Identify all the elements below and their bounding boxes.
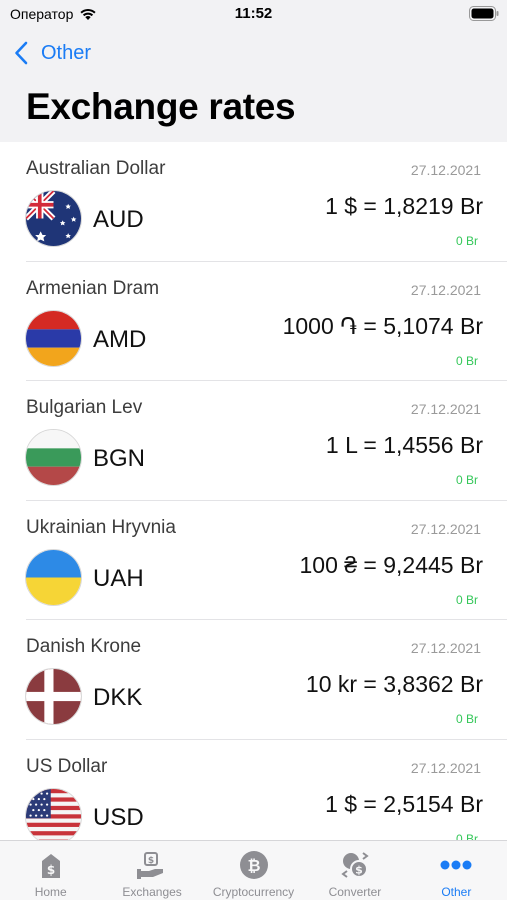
back-button[interactable]: Other: [14, 38, 91, 68]
page-title: Exchange rates: [26, 86, 296, 127]
tab-cryptocurrency[interactable]: ₿ Cryptocurrency: [203, 841, 304, 900]
tab-exchanges[interactable]: $ Exchanges: [101, 841, 202, 900]
tab-label: Converter: [328, 885, 382, 899]
svg-text:₿: ₿: [247, 856, 260, 875]
tab-converter[interactable]: $ Converter: [304, 841, 405, 900]
rate-change: 0 Br: [455, 234, 478, 248]
navigation-header: Оператор 11:52 Other Exchange rates: [0, 0, 507, 142]
exchanges-icon: $: [135, 849, 169, 881]
exchange-rate: 1 $ = 2,5154 Br: [325, 790, 483, 817]
currency-code: DKK: [93, 684, 143, 711]
currency-name: Armenian Dram: [26, 277, 160, 299]
rate-date: 27.12.2021: [410, 162, 481, 178]
exchange-rates-screen: Оператор 11:52 Other Exchange rates Aust…: [0, 0, 507, 900]
bulgaria-flag-icon: [25, 429, 82, 486]
exchange-rates-list[interactable]: Australian Dollar 27.12.2021 AUD 1 $ = 1…: [0, 142, 507, 840]
battery-icon: [469, 6, 499, 21]
status-time: 11:52: [234, 5, 273, 22]
currency-code: AUD: [93, 206, 144, 233]
bitcoin-icon: ₿: [237, 849, 271, 881]
currency-name: Australian Dollar: [26, 158, 166, 179]
rate-change: 0 Br: [455, 473, 478, 487]
currency-name: US Dollar: [26, 755, 108, 777]
denmark-flag-icon: [25, 668, 82, 725]
converter-icon: $: [338, 849, 372, 881]
currency-code: AMD: [93, 325, 147, 353]
more-icon: [439, 849, 473, 881]
australia-flag-icon: [25, 190, 82, 247]
currency-code: UAH: [93, 564, 144, 592]
home-icon: $: [34, 849, 68, 881]
currency-name: Ukrainian Hryvnia: [26, 516, 176, 538]
rate-row-uah[interactable]: Ukrainian Hryvnia 27.12.2021 UAH 100 ₴ =…: [0, 501, 507, 620]
rate-date: 27.12.2021: [410, 281, 481, 298]
rate-date: 27.12.2021: [410, 520, 481, 537]
rate-row-usd[interactable]: US Dollar 27.12.2021 USD 1 $ = 2,5154 Br…: [0, 740, 507, 841]
rate-change: 0 Br: [455, 712, 478, 726]
rate-row-aud[interactable]: Australian Dollar 27.12.2021 AUD 1 $ = 1…: [0, 142, 507, 262]
exchange-rate: 10 kr = 3,8362 Br: [305, 671, 483, 697]
rate-row-amd[interactable]: Armenian Dram 27.12.2021 AMD 1000 ֏ = 5,…: [0, 262, 507, 381]
exchange-rate: 1 $ = 1,8219 Br: [325, 193, 483, 219]
currency-code: USD: [93, 803, 144, 831]
rate-date: 27.12.2021: [410, 640, 481, 656]
back-button-label: Other: [41, 41, 92, 64]
tab-other[interactable]: Other: [406, 841, 507, 900]
tab-bar: $ Home $ Exchanges ₿ Cryptocurrency $ Co…: [0, 840, 507, 900]
svg-text:$: $: [47, 863, 55, 877]
status-bar: Оператор 11:52: [0, 0, 507, 30]
tab-home[interactable]: $ Home: [0, 841, 101, 900]
currency-code: BGN: [93, 445, 146, 472]
tab-label: Other: [441, 885, 472, 899]
exchange-rate: 1000 ֏ = 5,1074 Br: [282, 312, 483, 339]
rate-row-dkk[interactable]: Danish Krone 27.12.2021 DKK 10 kr = 3,83…: [0, 620, 507, 740]
rate-row-bgn[interactable]: Bulgarian Lev 27.12.2021 BGN 1 L = 1,455…: [0, 381, 507, 501]
rate-change: 0 Br: [455, 831, 478, 841]
rate-date: 27.12.2021: [410, 759, 481, 776]
currency-name: Bulgarian Lev: [26, 397, 143, 418]
exchange-rate: 1 L = 1,4556 Br: [325, 432, 483, 458]
currency-name: Danish Krone: [26, 636, 142, 657]
armenia-flag-icon: [25, 309, 82, 367]
usa-flag-icon: [25, 787, 82, 840]
tab-label: Home: [34, 885, 67, 899]
exchange-rate: 100 ₴ = 9,2445 Br: [299, 551, 483, 578]
svg-text:$: $: [355, 864, 363, 877]
chevron-left-icon: [15, 41, 28, 65]
tab-label: Cryptocurrency: [212, 885, 295, 899]
ukraine-flag-icon: [25, 548, 82, 606]
tab-label: Exchanges: [122, 885, 182, 899]
svg-text:$: $: [148, 856, 154, 866]
rate-date: 27.12.2021: [410, 401, 481, 417]
rate-change: 0 Br: [455, 592, 478, 607]
rate-change: 0 Br: [455, 353, 478, 368]
